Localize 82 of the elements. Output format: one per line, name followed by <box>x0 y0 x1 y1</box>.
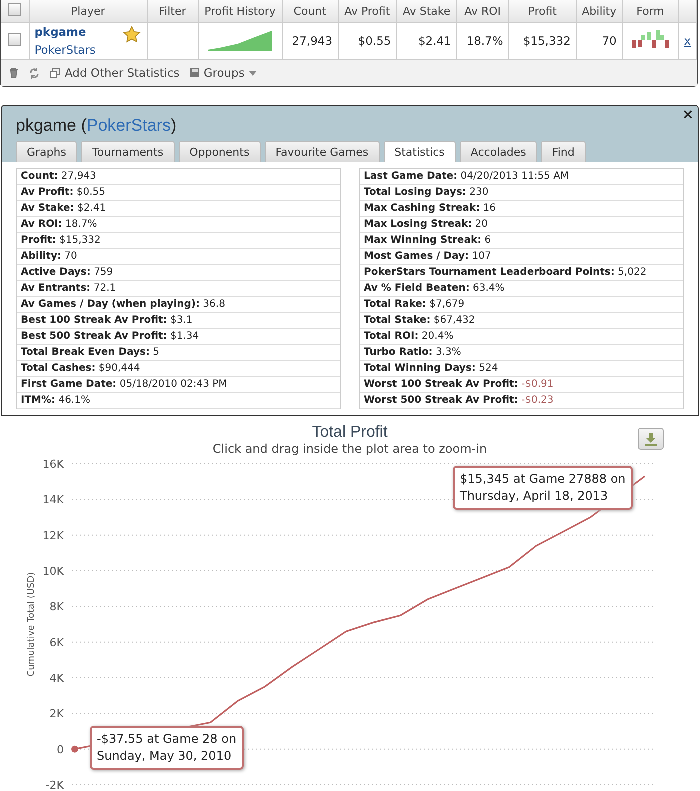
chart-title: Total Profit <box>312 424 388 442</box>
add-statistics-button[interactable]: Add Other Statistics <box>50 66 180 80</box>
stat-line: Av ROI: 18.7% <box>17 217 340 233</box>
axis-tick-label: 16K <box>42 458 64 471</box>
tooltip: -$37.55 at Game 28 on Sunday, May 30, 2010 <box>90 726 244 770</box>
tab[interactable]: Opponents <box>178 141 261 162</box>
column-header[interactable]: Av Stake <box>396 0 457 22</box>
axis-tick-label: 8K <box>50 600 64 614</box>
stat-line: Ability: 70 <box>17 249 340 265</box>
tab[interactable]: Favourite Games <box>264 141 380 162</box>
refresh-icon[interactable] <box>29 68 40 78</box>
axis-tick-label: -2K <box>46 779 64 791</box>
stat-line: Count: 27,943 <box>17 169 340 185</box>
stat-line: Last Game Date: 04/20/2013 11:55 AM <box>360 169 683 185</box>
stat-line: First Game Date: 05/18/2010 02:43 PM <box>17 377 340 393</box>
stat-line: Turbo Ratio: 3.3% <box>360 345 683 361</box>
axis-tick-label: 4K <box>50 672 64 685</box>
stat-line: Max Winning Streak: 6 <box>360 233 683 249</box>
stat-line: Best 500 Streak Av Profit: $1.34 <box>17 329 340 345</box>
stat-line: Total Winning Days: 524 <box>360 361 683 377</box>
stat-line: Av % Field Beaten: 63.4% <box>360 281 683 297</box>
tooltip: $15,345 at Game 27888 on Thursday, April 18, 2013 <box>453 466 633 510</box>
remove-link[interactable]: x <box>684 34 691 48</box>
column-header[interactable]: Av ROI <box>456 0 509 22</box>
axis-tick-label: 2K <box>50 708 64 721</box>
close-button[interactable]: × <box>682 107 694 123</box>
axis-title: Cumulative Total (USD) <box>27 572 37 677</box>
axis-tick-label: 6K <box>50 636 64 650</box>
trash-icon[interactable] <box>9 68 19 78</box>
caret-icon <box>248 70 257 76</box>
save-icon <box>190 68 200 78</box>
windows-icon <box>50 68 61 78</box>
axis-tick-label: 12K <box>42 529 64 542</box>
stat-line: Max Cashing Streak: 16 <box>360 201 683 217</box>
column-header[interactable]: Player <box>29 0 148 22</box>
stat-line: Total ROI: 20.4% <box>360 329 683 345</box>
star-icon[interactable] <box>122 26 141 44</box>
tab[interactable]: Tournaments <box>81 141 175 162</box>
axis-tick-label: 14K <box>42 494 64 507</box>
stat-line: Total Break Even Days: 5 <box>17 345 340 361</box>
column-header[interactable]: Form <box>622 0 679 22</box>
download-icon <box>644 432 658 446</box>
stat-line: Av Games / Day (when playing): 36.8 <box>17 297 340 313</box>
checkbox[interactable] <box>8 33 22 46</box>
column-header[interactable]: Profit History <box>198 0 282 22</box>
stat-line: Total Cashes: $90,444 <box>17 361 340 377</box>
panel-title: pkgame (PokerStars) <box>16 116 178 136</box>
data-point[interactable] <box>72 746 78 753</box>
sparkline-chart <box>208 28 272 50</box>
stat-line: Best 100 Streak Av Profit: $3.1 <box>17 313 340 329</box>
column-header[interactable]: Profit <box>508 0 576 22</box>
axis-tick-label: 10K <box>42 565 64 578</box>
column-header[interactable]: Count <box>282 0 338 22</box>
tab[interactable]: Accolades <box>460 141 538 162</box>
download-button[interactable] <box>638 428 664 450</box>
stat-line: Av Entrants: 72.1 <box>17 281 340 297</box>
stat-line: Total Rake: $7,679 <box>360 297 683 313</box>
stat-line: Worst 100 Streak Av Profit: -$0.91 <box>360 377 683 393</box>
tab[interactable]: Find <box>541 141 586 162</box>
player-link[interactable]: pkgame <box>34 25 142 39</box>
column-header[interactable]: Ability <box>576 0 622 22</box>
stat-line: ITM%: 46.1% <box>17 393 340 409</box>
tab[interactable]: Statistics <box>384 141 456 162</box>
stat-line: Av Stake: $2.41 <box>17 201 340 217</box>
groups-button[interactable]: Groups <box>190 66 257 80</box>
site-link[interactable]: PokerStars <box>34 43 142 57</box>
stat-line: Total Losing Days: 230 <box>360 185 683 201</box>
axis-tick-label: 0 <box>57 743 64 756</box>
stat-line: Most Games / Day: 107 <box>360 249 683 265</box>
checkbox[interactable] <box>8 3 22 16</box>
column-header[interactable]: Filter <box>147 0 198 22</box>
stat-line: Active Days: 759 <box>17 265 340 281</box>
stat-line: Profit: $15,332 <box>17 233 340 249</box>
stat-line: Av Profit: $0.55 <box>17 185 340 201</box>
tab[interactable]: Graphs <box>16 141 78 162</box>
column-header[interactable]: Av Profit <box>338 0 397 22</box>
stat-line: Worst 500 Streak Av Profit: -$0.23 <box>360 393 683 409</box>
form-bars-drawing <box>630 28 670 50</box>
stat-line: Max Losing Streak: 20 <box>360 217 683 233</box>
stat-line: PokerStars Tournament Leaderboard Points: 5,022 <box>360 265 683 281</box>
chart-subtitle: Click and drag inside the plot area to zoom-in <box>212 442 488 456</box>
stat-line: Total Stake: $67,432 <box>360 313 683 329</box>
